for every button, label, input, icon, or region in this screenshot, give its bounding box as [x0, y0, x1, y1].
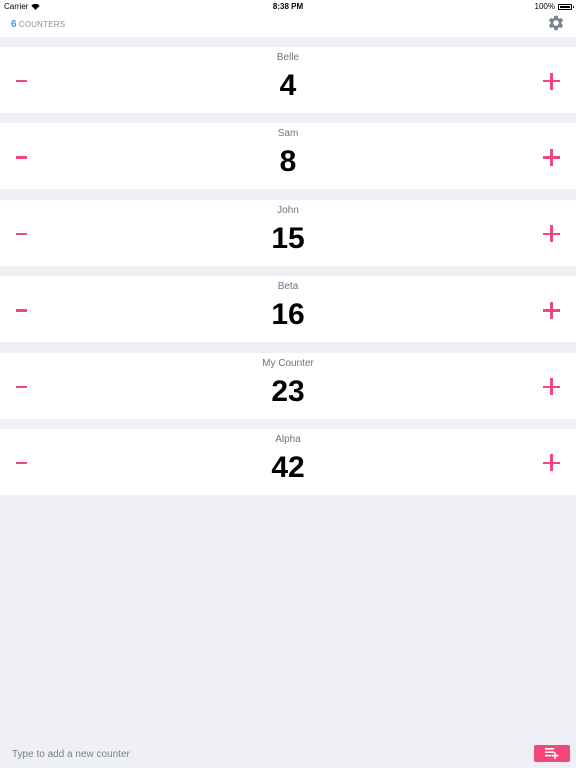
counter-value: 42: [271, 450, 305, 484]
add-counter-button[interactable]: [534, 745, 570, 762]
increment-button[interactable]: [542, 224, 562, 244]
counter-row: Belle 4: [0, 47, 576, 113]
battery-icon: [558, 3, 574, 10]
new-counter-input[interactable]: [12, 745, 512, 763]
counter-value: 23: [271, 374, 305, 408]
counter-total: 6 COUNTERS: [11, 19, 65, 30]
counter-value: 16: [271, 298, 305, 332]
counter-name: My Counter: [262, 357, 314, 369]
counter-count-label: COUNTERS: [18, 20, 66, 29]
increment-button[interactable]: [542, 300, 562, 320]
counter-count: 6: [11, 19, 17, 30]
counter-value: 8: [279, 145, 297, 179]
counter-row: My Counter 23: [0, 352, 576, 419]
increment-button[interactable]: [542, 377, 562, 397]
gear-icon[interactable]: [547, 14, 565, 32]
counter-row: Sam 8: [0, 123, 576, 190]
increment-button[interactable]: [542, 71, 562, 91]
battery-percent: 100%: [534, 2, 555, 11]
counter-value: 15: [271, 221, 305, 255]
increment-button[interactable]: [542, 453, 562, 473]
counter-value: 4: [279, 69, 297, 102]
counter-name: Sam: [277, 128, 299, 140]
counter-name: Alpha: [275, 433, 301, 445]
status-bar: Carrier 8:38 PM 100%: [0, 0, 576, 13]
status-time: 8:38 PM: [272, 2, 304, 11]
counter-row: John 15: [0, 199, 576, 266]
counter-name: Belle: [276, 52, 300, 63]
increment-button[interactable]: [542, 147, 562, 167]
counter-list: Belle 4 Sam 8 John 15 Beta 16 My Counter…: [0, 47, 576, 505]
counter-row: Alpha 42: [0, 428, 576, 495]
counter-row: Beta 16: [0, 276, 576, 343]
app-header: 6 COUNTERS: [0, 13, 576, 37]
footer-bar: [0, 742, 576, 768]
counter-name: John: [277, 204, 299, 216]
counter-name: Beta: [277, 281, 299, 293]
playlist-add-icon: [545, 748, 559, 759]
status-right: 100%: [534, 2, 574, 11]
